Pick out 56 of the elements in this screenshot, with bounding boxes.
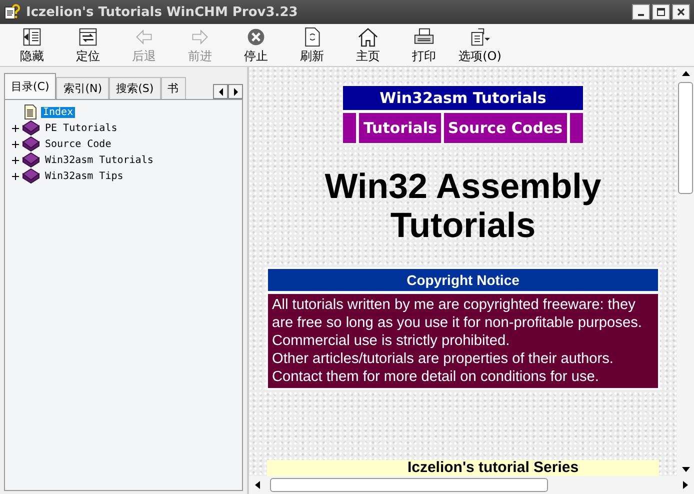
notice-text: Other articles/tutorials are properties of their authors. Contact them for more detail on conditions for use. <box>272 350 614 386</box>
left-arrow-icon <box>218 88 224 96</box>
home-icon <box>356 27 380 47</box>
book-icon <box>22 120 40 136</box>
right-arrow-icon <box>683 481 688 489</box>
toolbar-button[interactable]: 定位 <box>60 25 116 65</box>
toolbar-button[interactable]: 打印 <box>396 25 452 65</box>
right-arrow-icon <box>232 88 238 96</box>
printer-icon <box>412 27 436 47</box>
expand-icon[interactable] <box>12 124 18 132</box>
vertical-scrollbar[interactable] <box>677 67 694 476</box>
tree-item[interactable]: Source Code <box>43 138 114 150</box>
nav-link[interactable]: Tutorials <box>359 113 441 143</box>
scroll-right-button[interactable] <box>228 84 243 99</box>
scrollbar-thumb[interactable] <box>678 82 693 194</box>
toolbar-button[interactable]: 停止 <box>228 25 284 65</box>
page-icon <box>22 104 38 120</box>
toolbar-button[interactable]: 选项(O) <box>452 25 508 65</box>
toolbar-button[interactable]: 刷新 <box>284 25 340 65</box>
tree-item[interactable]: Win32asm Tutorials <box>43 154 156 166</box>
expand-icon[interactable] <box>12 140 18 148</box>
help-file-icon <box>4 4 20 20</box>
nav-link[interactable]: Source Codes <box>444 113 567 143</box>
nav-cell <box>343 113 356 143</box>
tab[interactable]: 书 <box>160 77 186 99</box>
maximize-icon <box>657 8 665 16</box>
down-arrow-icon <box>682 467 690 472</box>
close-icon <box>677 8 685 16</box>
horizontal-scrollbar[interactable] <box>249 476 694 494</box>
minimize-button[interactable] <box>632 4 650 20</box>
expand-icon[interactable] <box>12 156 18 164</box>
nav-title: Win32asm Tutorials <box>343 86 583 110</box>
series-title: Iczelion's tutorial Series <box>267 460 659 476</box>
book-icon <box>22 168 40 184</box>
toolbar-button[interactable]: 主页 <box>340 25 396 65</box>
page-heading: Win32 Assembly Tutorials <box>324 168 602 245</box>
left-arrow-icon <box>255 481 260 489</box>
close-button[interactable] <box>672 4 690 20</box>
tab[interactable]: 目录(C) <box>4 73 56 99</box>
tree-item[interactable]: Index <box>41 106 76 118</box>
tree-item[interactable]: Win32asm Tips <box>43 170 126 182</box>
window-title: Iczelion's Tutorials WinCHM Prov3.23 <box>26 4 299 20</box>
notice-text: All tutorials written by me are copyrighted freeware: they are free so long as you use it for non-profitable purposes. Commercial use is strictly prohibited. <box>272 296 643 350</box>
scroll-left-button[interactable] <box>213 84 228 99</box>
tab[interactable]: 索引(N) <box>56 77 110 99</box>
notice-title: Copyright Notice <box>268 269 658 291</box>
nav-cell <box>570 113 583 143</box>
tab[interactable]: 搜索(S) <box>109 77 161 99</box>
toolbar-button[interactable]: 隐藏 <box>4 25 60 65</box>
book-icon <box>22 152 40 168</box>
tree-item[interactable]: PE Tutorials <box>43 122 120 134</box>
book-icon <box>22 136 40 152</box>
expand-icon[interactable] <box>12 172 18 180</box>
up-arrow-icon <box>682 71 690 76</box>
scrollbar-thumb[interactable] <box>270 478 548 492</box>
maximize-button[interactable] <box>652 4 670 20</box>
